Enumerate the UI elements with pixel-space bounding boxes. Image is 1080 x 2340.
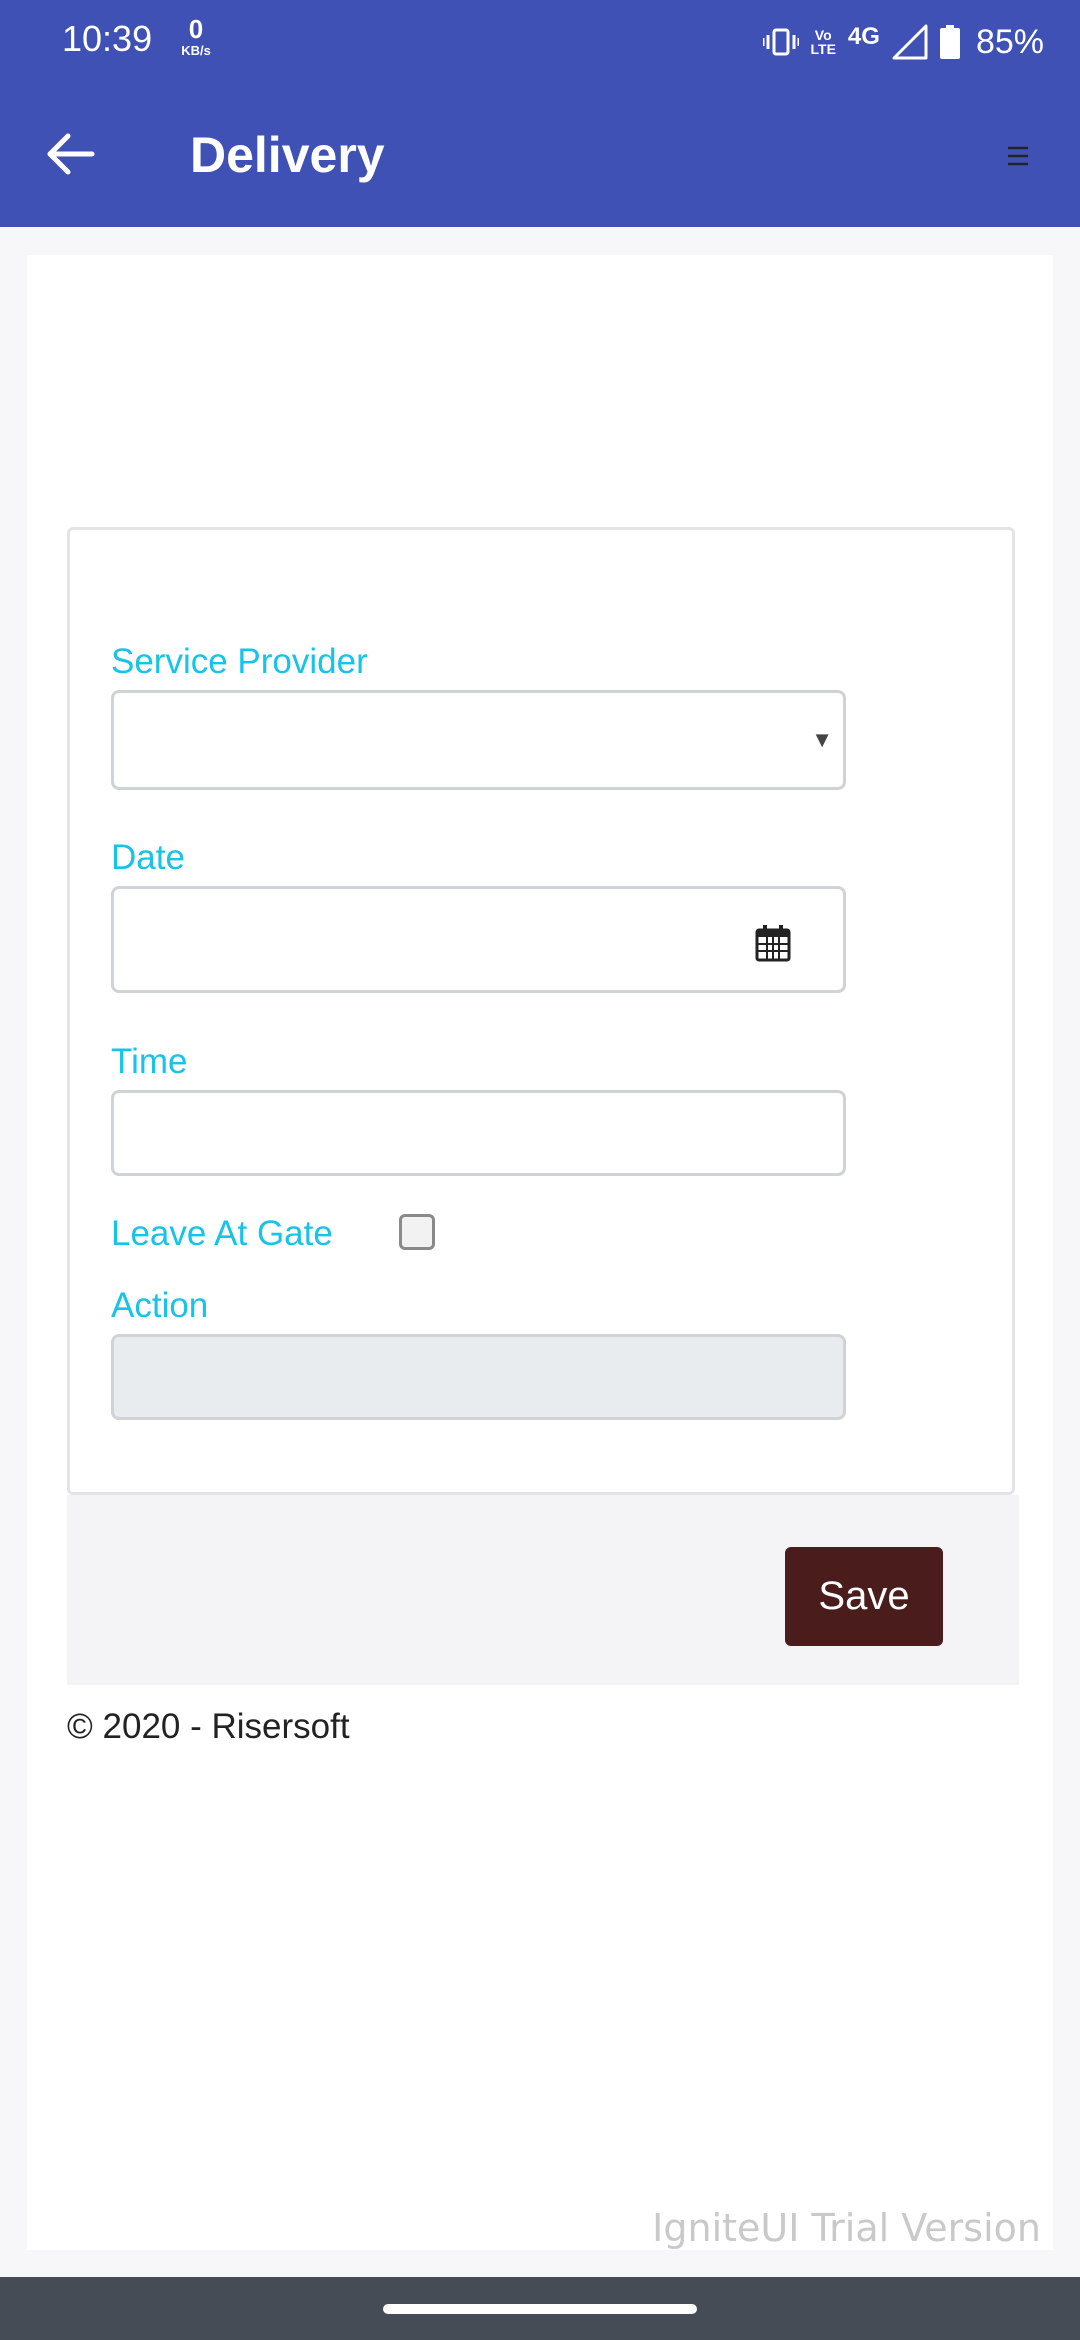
status-bar: 10:39 0 KB/s Vo LTE 4G 85%: [0, 0, 1080, 84]
net-speed: 0 KB/s: [176, 16, 216, 57]
save-button[interactable]: Save: [785, 1547, 943, 1646]
copyright-text: © 2020 - Risersoft: [67, 1707, 350, 1746]
battery-icon: [939, 25, 960, 59]
trial-watermark: IgniteUI Trial Version: [652, 2206, 1041, 2250]
signal-icon: [892, 24, 928, 60]
leave-at-gate-label: Leave At Gate: [111, 1214, 333, 1253]
time-label: Time: [111, 1042, 188, 1081]
system-nav-bar: [0, 2277, 1080, 2340]
dropdown-arrow-icon: ▼: [811, 727, 833, 752]
content-area: Service Provider ▼ Date Time Leave At Ga…: [27, 255, 1053, 2250]
status-icons: Vo LTE 4G 85%: [761, 18, 1044, 66]
volte-icon: Vo LTE: [811, 28, 836, 56]
date-input[interactable]: [111, 886, 846, 993]
volte-bottom: LTE: [810, 41, 836, 57]
action-label: Action: [111, 1286, 209, 1325]
action-input: [111, 1334, 846, 1420]
vibrate-icon: [761, 27, 801, 57]
net-speed-value: 0: [188, 14, 204, 44]
battery-percent: 85%: [975, 22, 1044, 61]
service-provider-select[interactable]: ▼: [111, 690, 846, 790]
page-title: Delivery: [190, 127, 385, 183]
network-type: 4G: [847, 23, 880, 50]
date-label: Date: [111, 838, 185, 877]
form-footer: Save: [67, 1495, 1019, 1685]
leave-at-gate-checkbox[interactable]: [399, 1214, 435, 1250]
arrow-left-icon: [47, 133, 95, 175]
calendar-icon[interactable]: [755, 924, 791, 962]
hamburger-menu-icon: [1008, 146, 1028, 166]
status-time: 10:39: [62, 18, 153, 59]
menu-button[interactable]: [998, 136, 1038, 176]
time-input[interactable]: [111, 1090, 846, 1176]
service-provider-label: Service Provider: [111, 642, 368, 681]
net-speed-unit: KB/s: [181, 43, 211, 58]
delivery-form: Service Provider ▼ Date Time Leave At Ga…: [67, 527, 1015, 1495]
back-button[interactable]: [40, 122, 104, 186]
home-gesture-handle[interactable]: [383, 2304, 697, 2314]
app-bar: Delivery: [0, 84, 1080, 227]
